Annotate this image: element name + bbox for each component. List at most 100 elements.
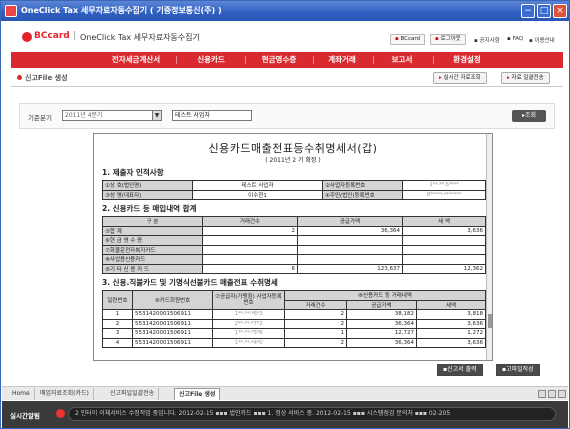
header-cell: 공급가액 (346, 299, 417, 310)
header-cell: 세 액 (402, 216, 486, 227)
tab-close-icon[interactable] (558, 390, 566, 398)
search-button[interactable]: ▸조회 (512, 110, 546, 122)
nav-item-credit-card[interactable]: 신용카드 (183, 52, 239, 68)
document-scrollbar[interactable] (486, 134, 492, 360)
table-row: 2 5531420001506911 2**-**-*7*2 2 36,364 … (102, 318, 486, 329)
document-viewer[interactable]: 신용카드매출전표등수취명세서(갑) ( 2011년 2 기 확정 ) 1. 제출… (93, 133, 493, 361)
title-bar[interactable]: OneClick Tax 세무자료자동수집기 ( 기중정보통신(주) ) − □… (1, 1, 569, 21)
label-cell: ⑦화물운전자복지카드 (102, 244, 203, 255)
label-cell: ②사업자등록번호 (322, 180, 403, 191)
tab-card-purchase-query[interactable]: 매입자료조회(카드) (36, 388, 94, 400)
logout-button[interactable]: ▪ 로그아웃 (430, 34, 466, 45)
realtime-query-label: 실시간 자료조회 (443, 75, 481, 81)
label-cell: ⑤합 계 (102, 225, 203, 236)
header-cell: 거래건수 (284, 299, 347, 310)
card-cell: 5531420001506911 (132, 328, 213, 339)
arrow-icon: ▸ (507, 75, 510, 81)
tax-cell (402, 244, 486, 255)
amount-cell (297, 244, 403, 255)
count-cell (202, 235, 298, 246)
bccard-button[interactable]: ▪ BCcard (390, 34, 426, 45)
amount-cell (297, 254, 403, 265)
nav-item-cash-receipt[interactable]: 현금영수증 (251, 52, 307, 68)
section-2-heading: 2. 신용카드 등 매입내역 합계 (102, 203, 486, 215)
tab-home[interactable]: Home (8, 388, 35, 400)
guide-link[interactable]: ▪ 이용안내 (529, 36, 555, 44)
tab-prev-icon[interactable] (538, 390, 546, 398)
header-cell: 세액 (416, 299, 486, 310)
nav-item-account[interactable]: 계좌거래 (317, 52, 367, 68)
label-cell: ⑧사업용신용카드 (102, 254, 203, 265)
card-cell: 5531420001506911 (132, 337, 213, 348)
biz-cell: 1**-**-*6*3 (212, 309, 285, 320)
count-cell: 1 (284, 328, 347, 339)
create-file-label: 고파일작성 (506, 366, 534, 373)
table-header-row: 구 분 거래건수 공급가액 세 액 (102, 216, 486, 227)
bccard-logo-icon (22, 32, 32, 42)
realtime-query-button[interactable]: ▸ 실시간 자료조회 (433, 72, 487, 84)
submitter-table: ①상 호(법인명) 테스트 사업자 ②사업자등록번호 1**-**-5**** … (102, 180, 486, 200)
logo-separator: | (73, 31, 77, 41)
receipt-detail-table: 일련번호 ⑥카드회원번호 ⑦공급자(가맹점) 사업자등록번호 ⑧신용카드 등 거… (102, 290, 486, 348)
minimize-button[interactable]: − (521, 4, 535, 18)
card-cell: 5531420001506911 (132, 318, 213, 329)
nav-divider (373, 56, 374, 64)
chevron-down-icon[interactable]: ▼ (152, 111, 161, 120)
maximize-button[interactable]: □ (537, 4, 551, 18)
count-cell: 6 (202, 263, 298, 274)
batch-send-label: 자료 일괄전송 (511, 75, 544, 81)
notice-link[interactable]: ▪ 공지사항 (474, 36, 500, 44)
period-select[interactable]: 2011년 4분기 ▼ (62, 110, 162, 121)
batch-send-button[interactable]: ▸ 자료 일괄전송 (501, 72, 550, 84)
amount-cell: 36,364 (346, 337, 417, 348)
tax-cell: 3,636 (402, 225, 486, 236)
status-label: 실시간알림 (10, 412, 40, 420)
count-cell (202, 244, 298, 255)
print-report-button[interactable]: ▪신고서 출력 (437, 364, 483, 376)
tab-batch-report-send[interactable]: 신고파일일괄전송 (106, 388, 160, 400)
print-report-label: 신고서 출력 (447, 366, 477, 373)
notice-ticker[interactable]: 2 인터이 이체서비스 수정작업 중입니다. 2012-02-15 ▪▪▪ 법인… (68, 407, 556, 421)
table-row: ③성 명(대표자) 이수현1 ④주민(법인)등록번호 8*****-******… (102, 189, 486, 200)
bccard-button-label: BCcard (400, 36, 421, 42)
nav-divider (176, 56, 177, 64)
amount-cell: 38,182 (346, 309, 417, 320)
filter-bar: 기준분기 2011년 4분기 ▼ 테스트 사업자 ▸조회 (19, 103, 555, 129)
amount-cell (297, 235, 403, 246)
close-button[interactable]: × (553, 4, 567, 18)
document-title: 신용카드매출전표등수취명세서(갑) (208, 142, 378, 155)
nav-item-report[interactable]: 보고서 (377, 52, 427, 68)
table-row: ⑥현 금 영 수 증 (102, 235, 486, 246)
amount-cell: 36,364 (346, 318, 417, 329)
nav-item-settings[interactable]: 환경설정 (439, 52, 495, 68)
label-cell: ④주민(법인)등록번호 (322, 189, 403, 200)
dot-icon: ▪ (435, 36, 439, 42)
tab-report-file-create[interactable]: 신고File 생성 (174, 388, 221, 400)
period-label: 기준분기 (28, 114, 52, 122)
brand-logo: BCcard (34, 31, 70, 41)
value-cell: 8*****-******* (402, 189, 486, 200)
header-cell: 공급가액 (297, 216, 403, 227)
business-field[interactable]: 테스트 사업자 (172, 110, 252, 121)
table-row: ①상 호(법인명) 테스트 사업자 ②사업자등록번호 1**-**-5**** (102, 180, 486, 191)
amount-cell: 12,727 (346, 328, 417, 339)
count-cell: 2 (202, 225, 298, 236)
label-cell: ⑥현 금 영 수 증 (102, 235, 203, 246)
tax-cell: 12,362 (402, 263, 486, 274)
no-cell: 1 (102, 309, 133, 320)
app-header: BCcard | OneClick Tax 세무자료자동수집기 ▪ BCcard… (2, 21, 568, 51)
faq-link[interactable]: ▪ FAQ (507, 36, 523, 42)
window-title: OneClick Tax 세무자료자동수집기 ( 기중정보통신(주) ) (21, 6, 222, 15)
scrollbar-thumb[interactable] (488, 314, 492, 328)
tab-next-icon[interactable] (548, 390, 556, 398)
nav-divider (433, 56, 434, 64)
amount-cell: 36,364 (297, 225, 403, 236)
card-cell: 5531420001506911 (132, 309, 213, 320)
nav-divider (245, 56, 246, 64)
app-name: OneClick Tax 세무자료자동수집기 (80, 33, 200, 42)
status-bar: 실시간알림 2 인터이 이체서비스 수정작업 중입니다. 2012-02-15 … (2, 401, 568, 428)
tab-strip: Home 매입자료조회(카드) 신고파일일괄전송 신고File 생성 (2, 386, 568, 400)
create-file-button[interactable]: ▪고파일작성 (496, 364, 540, 376)
nav-item-e-tax-invoice[interactable]: 전자세금계산서 (101, 52, 171, 68)
amount-cell: 123,637 (297, 263, 403, 274)
